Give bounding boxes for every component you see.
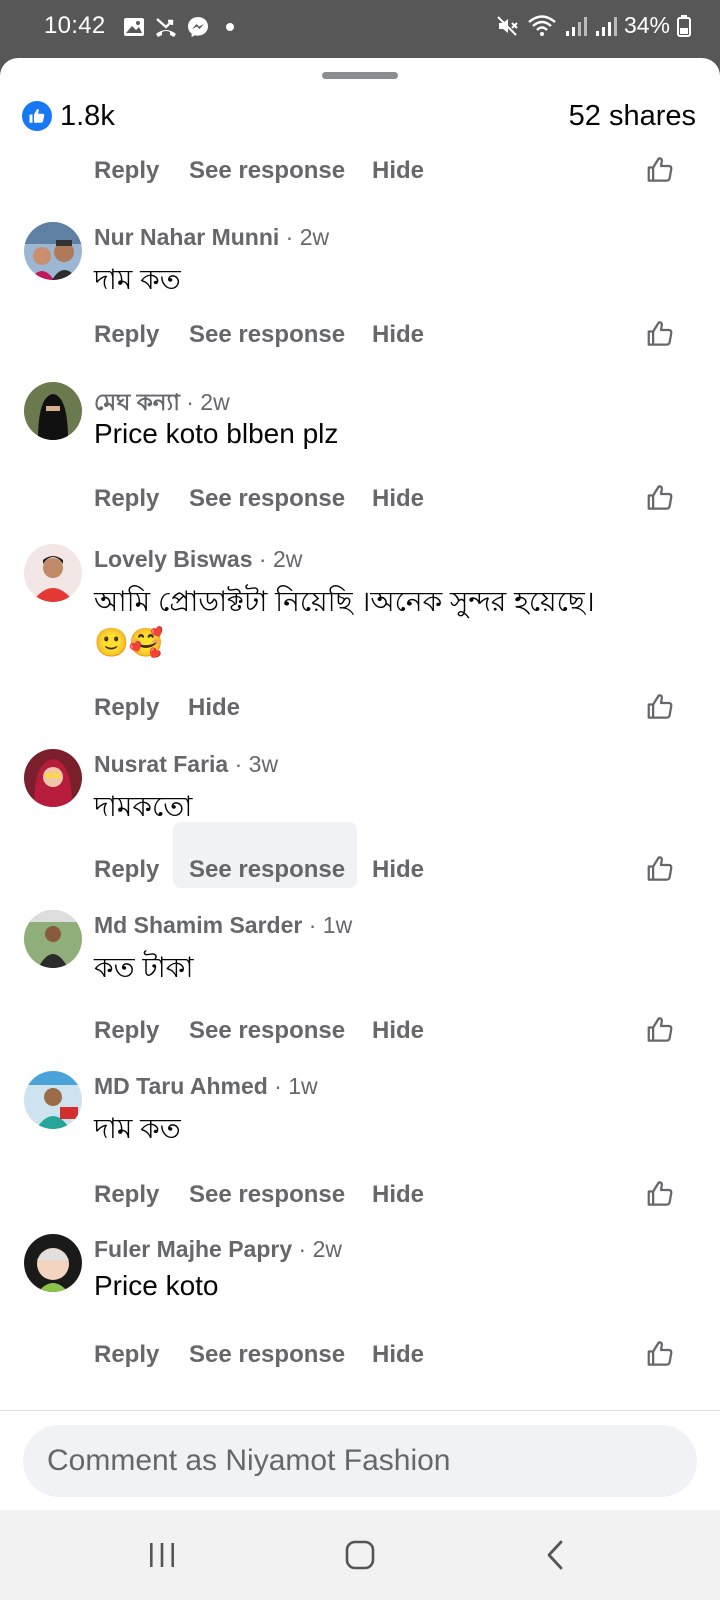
drag-handle[interactable] xyxy=(322,72,398,79)
comment-actions: Reply See response Hide xyxy=(0,822,720,890)
back-icon xyxy=(547,1540,563,1570)
comment-actions: Reply See response Hide xyxy=(0,151,720,191)
commenter-name[interactable]: MD Taru Ahmed xyxy=(94,1073,268,1099)
commenter-name[interactable]: Nusrat Faria xyxy=(94,751,228,777)
battery-percent: 34% xyxy=(623,12,670,38)
comment-emoji: 🙂🥰 xyxy=(94,627,164,658)
hide-button[interactable]: Hide xyxy=(372,315,424,355)
comment-input[interactable] xyxy=(23,1425,697,1497)
wifi-icon xyxy=(526,14,558,38)
home-icon xyxy=(345,1540,375,1570)
commenter-name[interactable]: Nur Nahar Munni xyxy=(94,224,279,250)
battery-icon xyxy=(676,14,692,38)
like-icon[interactable] xyxy=(645,692,677,724)
missed-call-icon xyxy=(154,15,178,39)
back-button[interactable] xyxy=(531,1532,581,1578)
comment-actions: Reply See response Hide xyxy=(0,1175,720,1215)
like-icon[interactable] xyxy=(645,1339,677,1371)
comment-time: · 1w xyxy=(302,912,353,938)
see-response-button[interactable]: See response xyxy=(189,479,345,519)
comment-composer xyxy=(0,1411,720,1510)
avatar[interactable] xyxy=(24,222,82,280)
hide-button[interactable]: Hide xyxy=(372,1335,424,1375)
comment-actions: Reply See response Hide xyxy=(0,479,720,519)
messenger-icon xyxy=(186,15,210,39)
reply-button[interactable]: Reply xyxy=(94,1335,159,1375)
commenter-name[interactable]: Md Shamim Sarder xyxy=(94,912,302,938)
see-response-button[interactable]: See response xyxy=(189,850,345,890)
gallery-icon xyxy=(122,15,146,39)
reply-button[interactable]: Reply xyxy=(94,688,159,728)
avatar[interactable] xyxy=(24,544,82,602)
commenter-name[interactable]: Fuler Majhe Papry xyxy=(94,1236,292,1262)
reply-button[interactable]: Reply xyxy=(94,479,159,519)
like-icon[interactable] xyxy=(645,483,677,515)
comment-actions: Reply Hide xyxy=(0,688,720,728)
comment-time: · 2w xyxy=(252,546,303,572)
signal-icon xyxy=(564,14,588,38)
reply-button[interactable]: Reply xyxy=(94,315,159,355)
likes-count: 1.8k xyxy=(60,99,115,132)
comment-text: আমি প্রোডাক্টটা নিয়েছি ।অনেক সুন্দর হয়… xyxy=(94,586,595,617)
reply-button[interactable]: Reply xyxy=(94,850,159,890)
comment-text: দাম কত xyxy=(94,1113,181,1144)
avatar[interactable] xyxy=(24,910,82,968)
status-bar: 10:42 34% xyxy=(0,0,720,56)
comment-text: কত টাকা xyxy=(94,952,194,983)
avatar[interactable] xyxy=(24,1071,82,1129)
avatar[interactable] xyxy=(24,382,82,440)
comment-actions: Reply See response Hide xyxy=(0,315,720,355)
status-time: 10:42 xyxy=(44,12,106,39)
comment-text: Price koto blben plz xyxy=(94,418,339,449)
see-response-button[interactable]: See response xyxy=(189,1175,345,1215)
reply-button[interactable]: Reply xyxy=(94,1011,159,1051)
recents-button[interactable] xyxy=(137,1532,187,1578)
comment-time: · 2w xyxy=(292,1236,342,1262)
recents-icon xyxy=(150,1543,174,1567)
see-response-button[interactable]: See response xyxy=(189,1335,345,1375)
comments-sheet: 1.8k 52 shares Reply See response Hide N… xyxy=(0,58,720,1510)
comment-actions: Reply See response Hide xyxy=(0,1011,720,1051)
reply-button[interactable]: Reply xyxy=(94,151,159,191)
hide-button[interactable]: Hide xyxy=(372,1175,424,1215)
see-response-button[interactable]: See response xyxy=(189,151,345,191)
home-button[interactable] xyxy=(335,1532,385,1578)
like-icon[interactable] xyxy=(645,319,677,351)
avatar[interactable] xyxy=(24,1234,82,1292)
reply-button[interactable]: Reply xyxy=(94,1175,159,1215)
hide-button[interactable]: Hide xyxy=(372,151,424,191)
comment-text: Price koto xyxy=(94,1270,219,1301)
post-stats: 1.8k 52 shares xyxy=(22,96,696,136)
signal-icon xyxy=(594,14,618,38)
hide-button[interactable]: Hide xyxy=(372,479,424,519)
dot-icon xyxy=(218,15,242,39)
reactions-summary[interactable]: 1.8k xyxy=(22,100,115,133)
like-icon[interactable] xyxy=(645,1015,677,1047)
system-nav-bar xyxy=(0,1510,720,1600)
commenter-name[interactable]: Lovely Biswas xyxy=(94,546,253,572)
comment-text: দাম কত xyxy=(94,264,181,295)
comment-actions: Reply See response Hide xyxy=(0,1335,720,1375)
like-icon[interactable] xyxy=(645,155,677,187)
see-response-button[interactable]: See response xyxy=(189,315,345,355)
like-icon[interactable] xyxy=(645,1179,677,1211)
comment-time: · 2w xyxy=(279,224,330,250)
like-reaction-icon xyxy=(22,101,52,131)
hide-button[interactable]: Hide xyxy=(188,688,240,728)
hide-button[interactable]: Hide xyxy=(372,1011,424,1051)
comment-time: · 2w xyxy=(179,389,230,415)
comment-time: · 3w xyxy=(228,751,279,777)
hide-button[interactable]: Hide xyxy=(372,850,424,890)
see-response-button[interactable]: See response xyxy=(189,1011,345,1051)
mute-icon xyxy=(496,14,520,38)
avatar[interactable] xyxy=(24,749,82,807)
like-icon[interactable] xyxy=(645,854,677,886)
commenter-name[interactable]: মেঘ কন্যা xyxy=(94,389,180,415)
shares-count[interactable]: 52 shares xyxy=(569,100,696,133)
comment-time: · 1w xyxy=(267,1073,318,1099)
